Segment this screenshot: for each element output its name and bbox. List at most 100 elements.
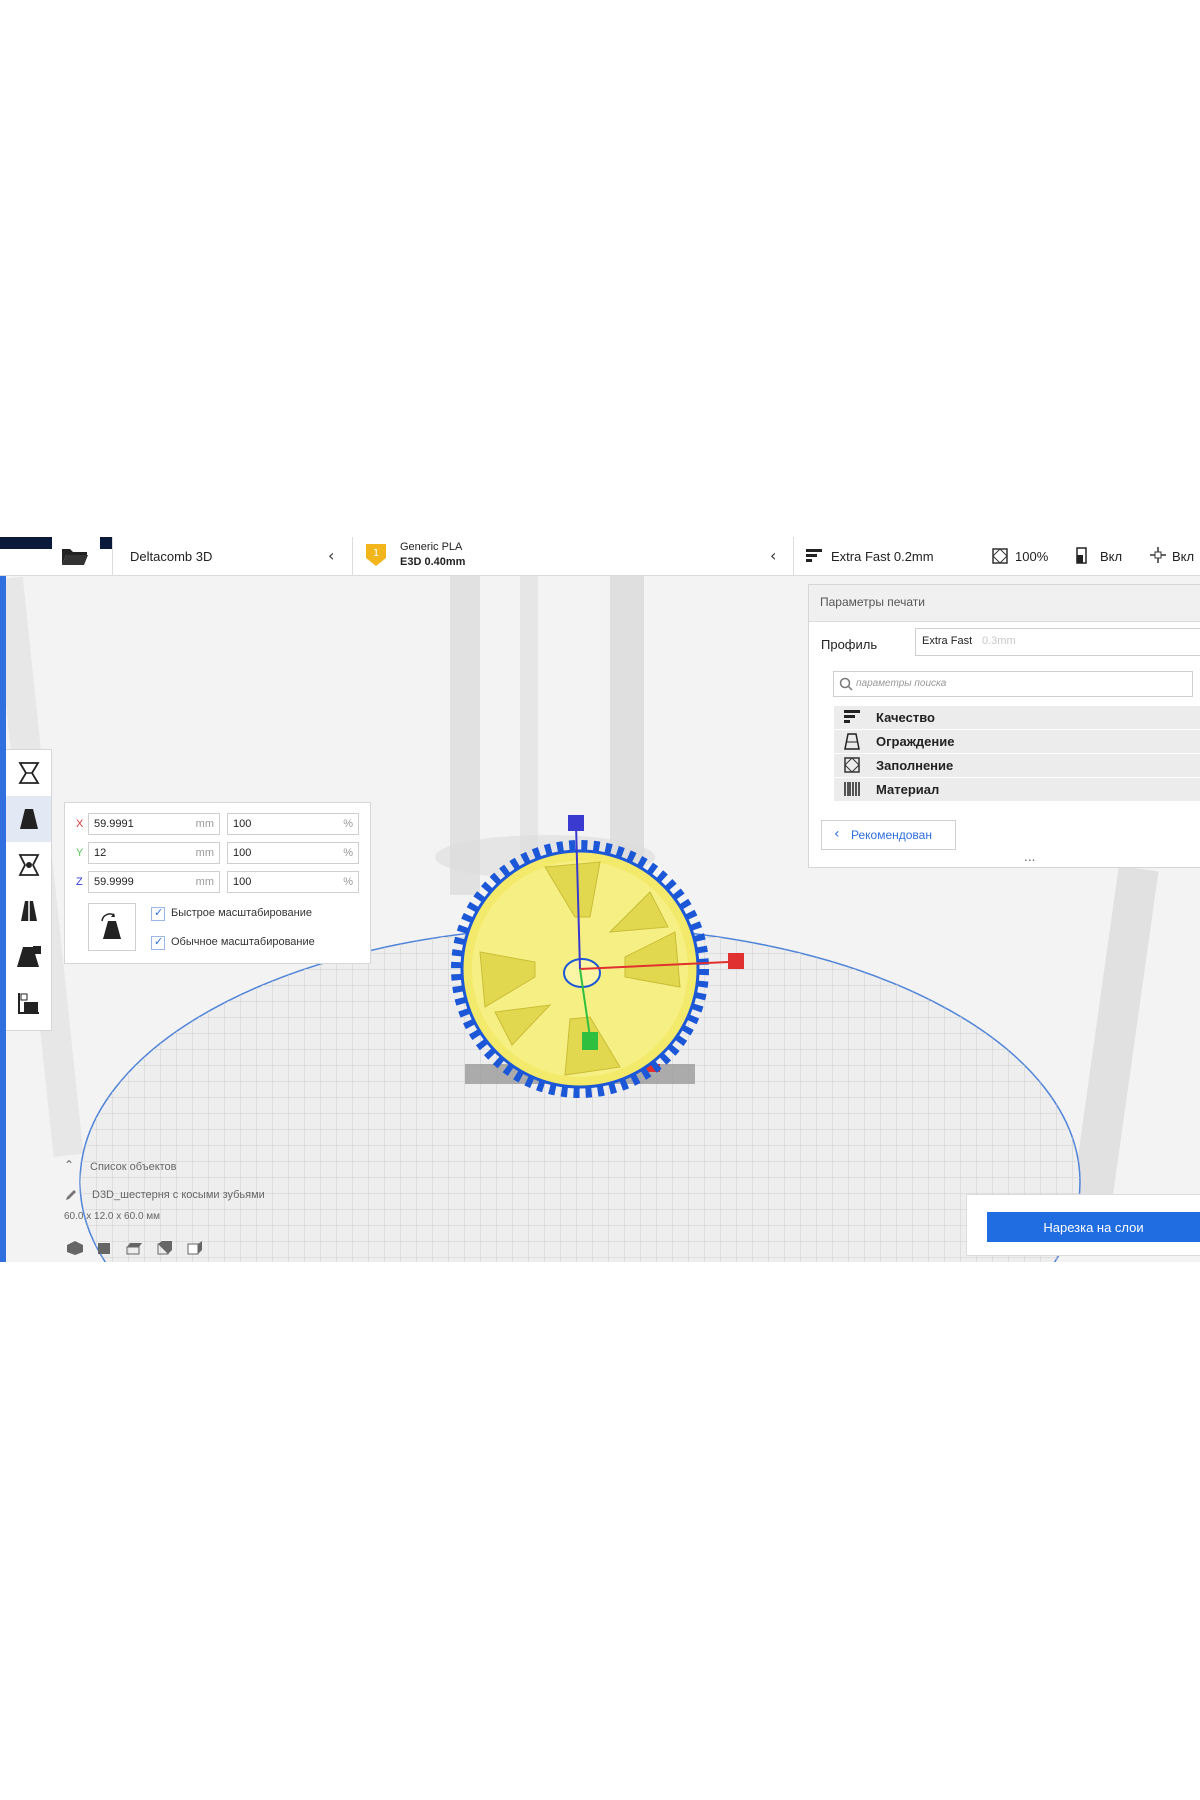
chevron-left-icon[interactable]: ‹: [328, 546, 334, 565]
material-icon: [844, 782, 860, 796]
scale-panel: X 59.9991 mm 100 % Y 12 mm 100 % Z 59.99…: [64, 802, 371, 964]
mirror-tool-icon: [20, 901, 37, 921]
move-tool-icon: [17, 762, 40, 784]
scale-tool-icon: [19, 809, 38, 829]
z-axis-label: Z: [76, 876, 83, 888]
profile-select-value: Extra Fast: [922, 635, 973, 647]
support-blocker-icon: [17, 993, 39, 1014]
infill-icon: [844, 757, 860, 773]
walls-icon: [844, 733, 860, 750]
material-name[interactable]: Generic PLA: [400, 541, 462, 553]
support-state[interactable]: Вкл: [1100, 549, 1122, 564]
uniform-scaling-checkbox[interactable]: ✓: [151, 935, 165, 950]
tool-bar: [6, 749, 52, 1031]
logo-strip: [0, 537, 52, 549]
category-infill-label: Заполнение: [876, 758, 954, 773]
category-walls[interactable]: Ограждение: [834, 730, 1200, 753]
print-settings-panel: Параметры печати Профиль Extra Fast 0.3m…: [808, 584, 1200, 868]
y-percent-field[interactable]: 100 %: [227, 842, 359, 864]
search-icon: [839, 676, 853, 695]
z-axis-handle[interactable]: [568, 815, 584, 831]
view-3d-icon[interactable]: [66, 1240, 84, 1260]
support-icon: [1074, 547, 1090, 568]
profile-select[interactable]: Extra Fast 0.3mm: [915, 628, 1200, 656]
x-percent-value: 100: [233, 818, 252, 830]
category-walls-label: Ограждение: [876, 734, 955, 749]
printer-name[interactable]: Deltacomb 3D: [130, 549, 212, 564]
settings-search-box[interactable]: параметры поиска: [833, 671, 1193, 697]
chevron-left-icon: ‹: [834, 826, 840, 842]
z-percent-value: 100: [233, 876, 252, 888]
x-percent-unit: %: [343, 818, 353, 830]
profile-label: Профиль: [821, 637, 878, 652]
move-tool-button[interactable]: [6, 750, 51, 796]
support-blocker-button[interactable]: [6, 980, 51, 1026]
y-axis-label: Y: [76, 847, 84, 859]
adhesion-state[interactable]: Вкл: [1172, 549, 1194, 564]
z-size-value: 59.9999: [94, 876, 134, 888]
print-settings-header: Параметры печати: [809, 585, 1200, 622]
mirror-tool-button[interactable]: [6, 888, 51, 934]
material-badge-icon: 1: [364, 542, 388, 572]
x-axis-handle[interactable]: [728, 953, 744, 969]
view-top-icon[interactable]: [126, 1240, 144, 1260]
rotate-tool-icon: [18, 854, 39, 876]
y-percent-value: 100: [233, 847, 252, 859]
svg-text:1: 1: [373, 548, 379, 559]
object-name[interactable]: D3D_шестерня с косыми зубьями: [92, 1189, 265, 1201]
z-size-unit: mm: [195, 876, 214, 888]
profile-short[interactable]: Extra Fast 0.2mm: [831, 549, 934, 564]
per-model-settings-button[interactable]: [6, 934, 51, 980]
nozzle-name[interactable]: E3D 0.40mm: [400, 556, 465, 568]
quality-icon: [806, 548, 822, 567]
pencil-icon: [64, 1187, 78, 1206]
x-percent-field[interactable]: 100 %: [227, 813, 359, 835]
snap-scaling-label: Быстрое масштабирование: [171, 907, 312, 919]
object-dimensions: 60.0 x 12.0 x 60.0 мм: [64, 1211, 161, 1222]
x-size-unit: mm: [195, 818, 214, 830]
profile-select-hint: 0.3mm: [982, 635, 1016, 647]
resize-handle[interactable]: ...: [1024, 850, 1035, 864]
per-model-settings-icon: [16, 946, 41, 967]
chevron-left-icon[interactable]: ‹: [770, 546, 776, 565]
view-front-icon[interactable]: [96, 1240, 114, 1260]
search-placeholder: параметры поиска: [856, 678, 947, 689]
logo-strip-small: [100, 537, 112, 549]
z-percent-unit: %: [343, 876, 353, 888]
top-bar: Deltacomb 3D ‹ 1 Generic PLA E3D 0.40mm …: [0, 537, 1200, 576]
chevron-up-icon[interactable]: ⌃: [64, 1158, 74, 1172]
z-percent-field[interactable]: 100 %: [227, 871, 359, 893]
category-quality-label: Качество: [876, 710, 935, 725]
rotate-tool-button[interactable]: [6, 842, 51, 888]
scale-tool-button[interactable]: [6, 796, 51, 842]
category-quality[interactable]: Качество: [834, 706, 1200, 729]
category-infill[interactable]: Заполнение: [834, 754, 1200, 777]
y-size-value: 12: [94, 847, 107, 859]
quality-icon: [844, 710, 860, 723]
object-list-header[interactable]: Список объектов: [90, 1161, 177, 1173]
print-settings-title: Параметры печати: [820, 595, 925, 609]
y-axis-handle[interactable]: [582, 1032, 598, 1050]
view-right-icon[interactable]: [186, 1240, 204, 1260]
snap-scaling-checkbox[interactable]: ✓: [151, 906, 165, 921]
folder-icon[interactable]: [60, 545, 90, 571]
reset-scale-icon: [101, 913, 121, 939]
category-material-label: Материал: [876, 782, 940, 797]
recommended-button[interactable]: ‹ Рекомендован: [821, 820, 956, 850]
recommended-label: Рекомендован: [851, 828, 932, 842]
infill-percentage[interactable]: 100%: [1015, 549, 1048, 564]
infill-icon: [992, 548, 1008, 568]
x-axis-label: X: [76, 818, 84, 830]
slice-button[interactable]: Нарезка на слои: [987, 1212, 1200, 1242]
x-size-value: 59.9991: [94, 818, 134, 830]
reset-scale-button[interactable]: [88, 903, 136, 951]
adhesion-icon: [1150, 547, 1166, 567]
view-left-icon[interactable]: [156, 1240, 174, 1260]
cura-window: Deltacomb 3D ‹ 1 Generic PLA E3D 0.40mm …: [0, 537, 1200, 1262]
y-percent-unit: %: [343, 847, 353, 859]
uniform-scaling-label: Обычное масштабирование: [171, 936, 315, 948]
y-size-field[interactable]: 12 mm: [88, 842, 220, 864]
z-size-field[interactable]: 59.9999 mm: [88, 871, 220, 893]
category-material[interactable]: Материал: [834, 778, 1200, 801]
x-size-field[interactable]: 59.9991 mm: [88, 813, 220, 835]
